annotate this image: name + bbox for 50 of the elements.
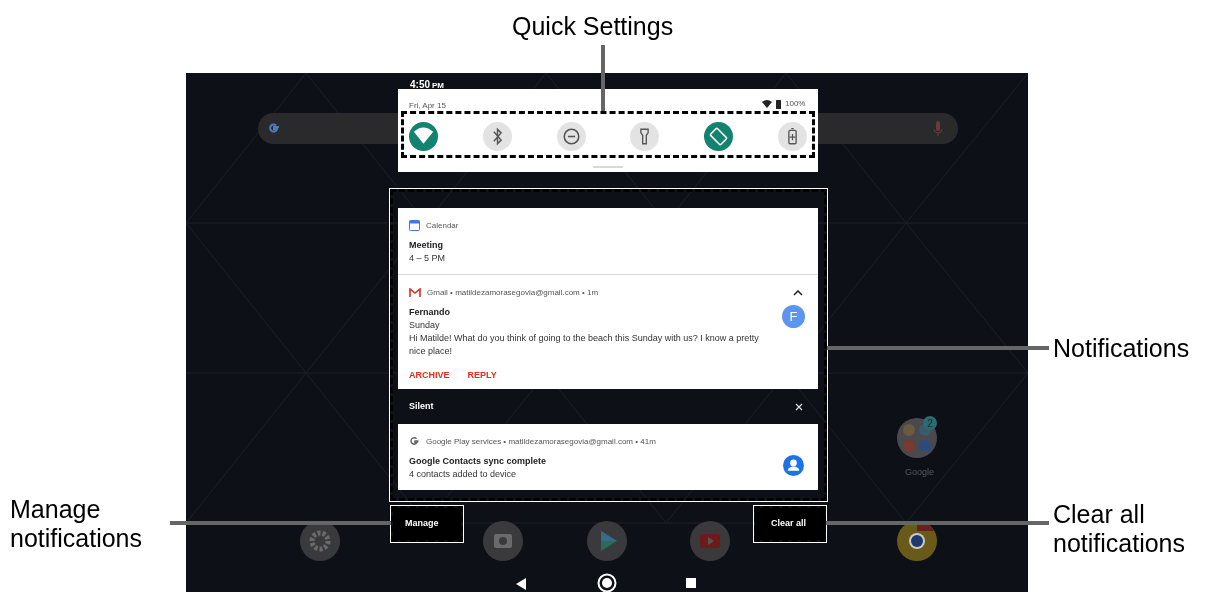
google-logo-icon: [267, 121, 281, 135]
notification-text: 4 – 5 PM: [409, 252, 447, 265]
notification-card[interactable]: Gmail • matildezamorasegovia@gmail.com • 1m Fernando Sunday Hi Matilde! What do you think of going to the beach this Sunday with us? I know a pretty nice place! F ARCHIVE REPLY: [398, 274, 818, 389]
section-header: Silent: [409, 399, 434, 413]
notification-card[interactable]: Calendar Meeting 4 – 5 PM: [398, 208, 818, 274]
callout-label: Clear all notifications: [1053, 500, 1186, 558]
notification-header: Gmail • matildezamorasegovia@gmail.com • 1m: [427, 286, 599, 299]
notification-header: Calendar: [426, 219, 459, 232]
battery-percentage: 100%: [785, 98, 806, 110]
callout-label: Notifications: [1053, 336, 1190, 361]
status-time: 4:50 PM: [410, 78, 444, 92]
do-not-disturb-tile[interactable]: [556, 122, 586, 151]
callout-frame: [754, 506, 826, 542]
avatar: F: [782, 305, 805, 328]
bluetooth-tile[interactable]: [482, 122, 512, 151]
wifi-signal-icon: [762, 100, 772, 108]
notification-text: 4 contacts added to device: [409, 468, 518, 481]
notification-title: Meeting: [409, 239, 444, 252]
close-icon[interactable]: [795, 403, 803, 411]
battery-icon: [776, 99, 781, 109]
app-label: Google: [905, 466, 935, 479]
callout-frame: [391, 506, 463, 542]
calendar-icon: [409, 220, 420, 231]
manage-button[interactable]: Manage: [393, 508, 461, 540]
chevron-up-icon[interactable]: [793, 290, 803, 296]
notification-card[interactable]: Google Play services • matildezamorasegovia@gmail.com • 41m Google Contacts sync complete 4 contacts added to device: [398, 424, 818, 490]
callout-label: Quick Settings: [512, 14, 674, 39]
notification-text: Hi Matilde! What do you think of going to the beach this Sunday with us? I know a pretty nice place!: [409, 332, 760, 358]
notification-title: Google Contacts sync complete: [409, 455, 548, 468]
app-folder-icon[interactable]: [897, 418, 937, 458]
microphone-icon: [933, 121, 943, 137]
notification-badge: 2: [923, 416, 937, 430]
camera-icon[interactable]: [483, 521, 523, 561]
drag-handle[interactable]: [593, 166, 623, 168]
action-link[interactable]: ARCHIVE: [409, 371, 450, 380]
g-logo-icon: [409, 436, 420, 447]
battery-saver-tile[interactable]: [778, 122, 807, 151]
notification-title: Fernando: [409, 306, 451, 319]
notification-text: Sunday: [409, 319, 441, 332]
auto-rotate-tile[interactable]: [704, 122, 734, 151]
wifi-tile[interactable]: [409, 122, 438, 151]
clear-all-button[interactable]: Clear all: [755, 508, 825, 540]
action-link[interactable]: REPLY: [467, 371, 497, 380]
date-text: Fri, Apr 15: [409, 100, 446, 112]
envelope-m-icon: [409, 288, 421, 297]
back-icon[interactable]: [516, 578, 526, 590]
flashlight-tile[interactable]: [630, 122, 660, 151]
callout-label: Manage notifications: [10, 495, 143, 553]
notification-header: Google Play services • matildezamorasegovia@gmail.com • 41m: [426, 435, 656, 448]
home-icon[interactable]: [597, 573, 617, 592]
